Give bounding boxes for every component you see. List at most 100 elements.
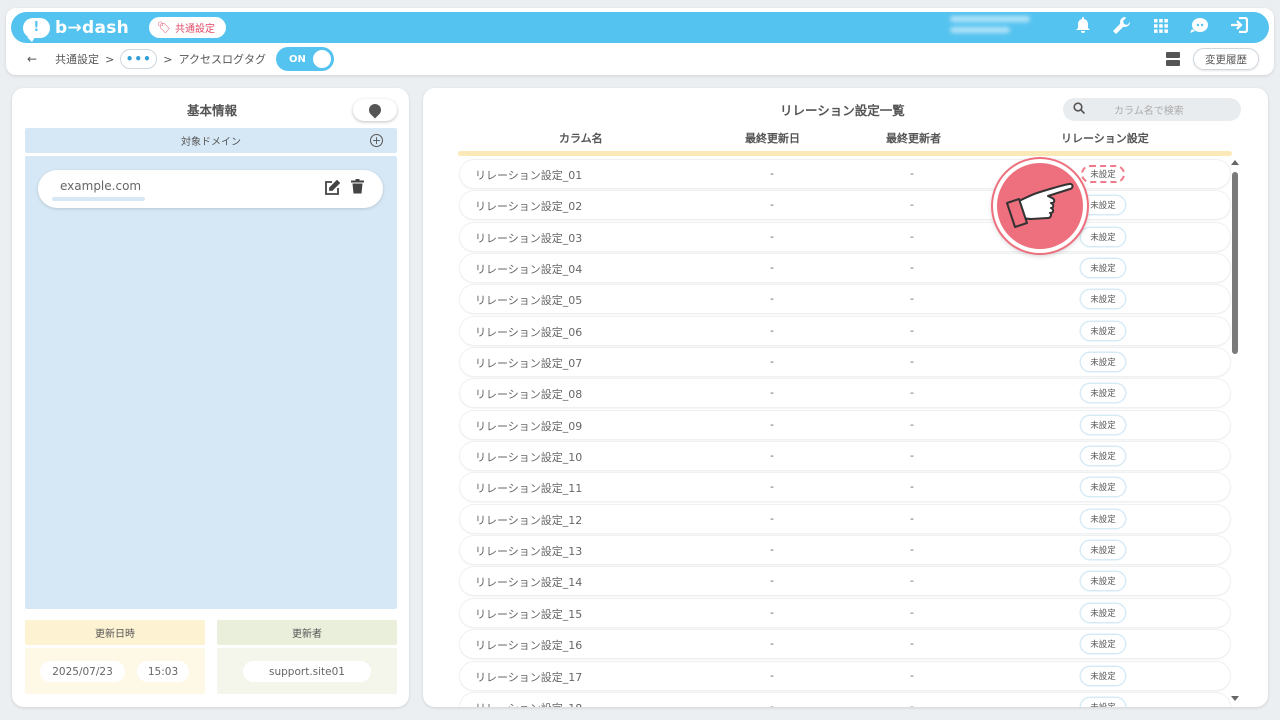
table-row[interactable]: リレーション設定_11 - - 未設定: [460, 473, 1230, 502]
cell-updated-by: -: [910, 261, 914, 275]
table-row[interactable]: リレーション設定_13 - - 未設定: [460, 536, 1230, 565]
table-row[interactable]: リレーション設定_12 - - 未設定: [460, 504, 1230, 533]
relation-status-button[interactable]: 未設定: [1081, 635, 1125, 654]
apps-grid-icon[interactable]: [1151, 18, 1170, 38]
cell-column-name: リレーション設定_09: [475, 419, 583, 433]
column-header-updated-by[interactable]: 最終更新者: [886, 130, 941, 146]
table-row[interactable]: リレーション設定_06 - - 未設定: [460, 316, 1230, 345]
add-circle-icon[interactable]: +: [370, 134, 383, 147]
cell-updated-by: -: [910, 417, 914, 431]
table-row[interactable]: リレーション設定_18 - - 未設定: [460, 692, 1230, 707]
cell-updated-by: -: [910, 605, 914, 619]
table-row[interactable]: リレーション設定_02 - - 未設定: [460, 191, 1230, 220]
cell-column-name: リレーション設定_10: [475, 451, 583, 465]
pin-button[interactable]: [353, 99, 397, 121]
cell-updated-by: -: [910, 449, 914, 463]
updater-chip: support.site01: [243, 661, 371, 682]
cell-updated-by: -: [910, 637, 914, 651]
basic-info-panel: 基本情報 対象ドメイン + example.com 更新日時 2025/07/2…: [12, 88, 409, 707]
breadcrumb-ellipsis-button[interactable]: •••: [120, 49, 158, 69]
relation-status-button[interactable]: 未設定: [1081, 290, 1125, 309]
relation-status-button[interactable]: 未設定: [1081, 196, 1125, 215]
table-row[interactable]: リレーション設定_08 - - 未設定: [460, 379, 1230, 408]
cell-updated-date: -: [770, 605, 774, 619]
relation-status-button[interactable]: 未設定: [1081, 227, 1125, 246]
trash-icon[interactable]: [351, 179, 364, 198]
relation-status-button[interactable]: 未設定: [1081, 259, 1125, 278]
relation-status-button[interactable]: 未設定: [1081, 384, 1125, 403]
relation-status-button[interactable]: 未設定: [1081, 603, 1125, 622]
table-row[interactable]: リレーション設定_05 - - 未設定: [460, 285, 1230, 314]
table-row[interactable]: リレーション設定_01 - - 未設定: [460, 160, 1230, 188]
table-row[interactable]: リレーション設定_10 - - 未設定: [460, 442, 1230, 471]
cell-updated-date: -: [770, 386, 774, 400]
back-arrow-icon[interactable]: ←: [27, 52, 37, 66]
logout-icon[interactable]: [1229, 16, 1248, 38]
status-toggle[interactable]: ON: [275, 47, 334, 71]
cell-column-name: リレーション設定_03: [475, 231, 583, 245]
wrench-icon[interactable]: [1112, 16, 1131, 39]
column-header-updated-date[interactable]: 最終更新日: [745, 130, 800, 146]
table-row[interactable]: リレーション設定_15 - - 未設定: [460, 598, 1230, 627]
relation-status-button[interactable]: 未設定: [1081, 697, 1125, 707]
cell-column-name: リレーション設定_13: [475, 545, 583, 559]
domain-underline: [52, 197, 145, 201]
target-domain-header: 対象ドメイン +: [25, 128, 397, 153]
cell-updated-date: -: [770, 449, 774, 463]
table-row[interactable]: リレーション設定_04 - - 未設定: [460, 254, 1230, 283]
server-icon[interactable]: [1166, 52, 1180, 66]
cell-updated-date: -: [770, 261, 774, 275]
scroll-down-arrow[interactable]: [1231, 696, 1239, 701]
relation-rows: リレーション設定_01- - 未設定 リレーション設定_02- - 未設定 リレーション設定…: [460, 160, 1230, 707]
section-pill-label: 共通設定: [175, 24, 216, 35]
column-search-input[interactable]: カラム名で検索: [1063, 98, 1241, 121]
updated-date-chip: 2025/07/23: [40, 661, 125, 682]
relation-status-button[interactable]: 未設定: [1081, 353, 1125, 372]
table-row[interactable]: リレーション設定_17 - - 未設定: [460, 661, 1230, 690]
cell-updated-date: -: [770, 198, 774, 212]
logo-bubble-icon: !: [23, 17, 50, 42]
cell-updated-by: -: [910, 480, 914, 494]
relation-status-button[interactable]: 未設定: [1081, 572, 1125, 591]
cell-updated-date: -: [770, 480, 774, 494]
breadcrumb-current: アクセスログタグ: [178, 53, 266, 66]
breadcrumb-item-common-settings[interactable]: 共通設定: [55, 51, 99, 67]
cell-updated-by: -: [910, 167, 914, 180]
cell-column-name: リレーション設定_07: [475, 357, 583, 371]
relation-status-button[interactable]: 未設定: [1081, 447, 1125, 466]
cell-updated-date: -: [770, 355, 774, 369]
scroll-up-arrow[interactable]: [1231, 160, 1239, 165]
edit-icon[interactable]: [324, 179, 341, 200]
cell-column-name: リレーション設定_04: [475, 263, 583, 277]
relation-status-button[interactable]: 未設定: [1081, 415, 1125, 434]
scrollbar-thumb[interactable]: [1232, 172, 1238, 354]
brand-logo[interactable]: ! b→dash: [23, 17, 129, 42]
cell-column-name: リレーション設定_17: [475, 670, 583, 684]
support-icon[interactable]: [1190, 17, 1209, 38]
cell-updated-by: -: [910, 543, 914, 557]
cell-updated-date: -: [770, 511, 774, 525]
column-header-relation-setting[interactable]: リレーション設定: [1061, 130, 1149, 146]
bell-icon[interactable]: [1073, 17, 1092, 38]
relation-status-button[interactable]: 未設定: [1081, 509, 1125, 528]
table-row[interactable]: リレーション設定_09 - - 未設定: [460, 410, 1230, 439]
relation-list-panel: リレーション設定一覧 カラム名で検索 カラム名 最終更新日 最終更新者 リレーシ…: [423, 88, 1268, 707]
cell-updated-date: -: [770, 229, 774, 243]
table-row[interactable]: リレーション設定_14 - - 未設定: [460, 567, 1230, 596]
table-row[interactable]: リレーション設定_16 - - 未設定: [460, 630, 1230, 659]
section-pill-button[interactable]: 🏷 共通設定: [149, 17, 227, 38]
relation-status-button[interactable]: 未設定: [1081, 666, 1125, 685]
change-history-button[interactable]: 変更履歴: [1193, 48, 1259, 70]
table-row[interactable]: リレーション設定_03 - - 未設定: [460, 222, 1230, 251]
account-info-blurred: [950, 16, 1035, 40]
table-row[interactable]: リレーション設定_07 - - 未設定: [460, 348, 1230, 377]
relation-status-button[interactable]: 未設定: [1081, 321, 1125, 340]
relation-status-button[interactable]: 未設定: [1081, 165, 1125, 183]
cell-updated-date: -: [770, 637, 774, 651]
pointing-hand-icon: [993, 159, 1087, 253]
relation-status-button[interactable]: 未設定: [1081, 478, 1125, 497]
header-divider: [458, 151, 1232, 156]
relation-status-button[interactable]: 未設定: [1081, 541, 1125, 560]
column-header-name[interactable]: カラム名: [559, 130, 603, 146]
cell-column-name: リレーション設定_06: [475, 325, 583, 339]
